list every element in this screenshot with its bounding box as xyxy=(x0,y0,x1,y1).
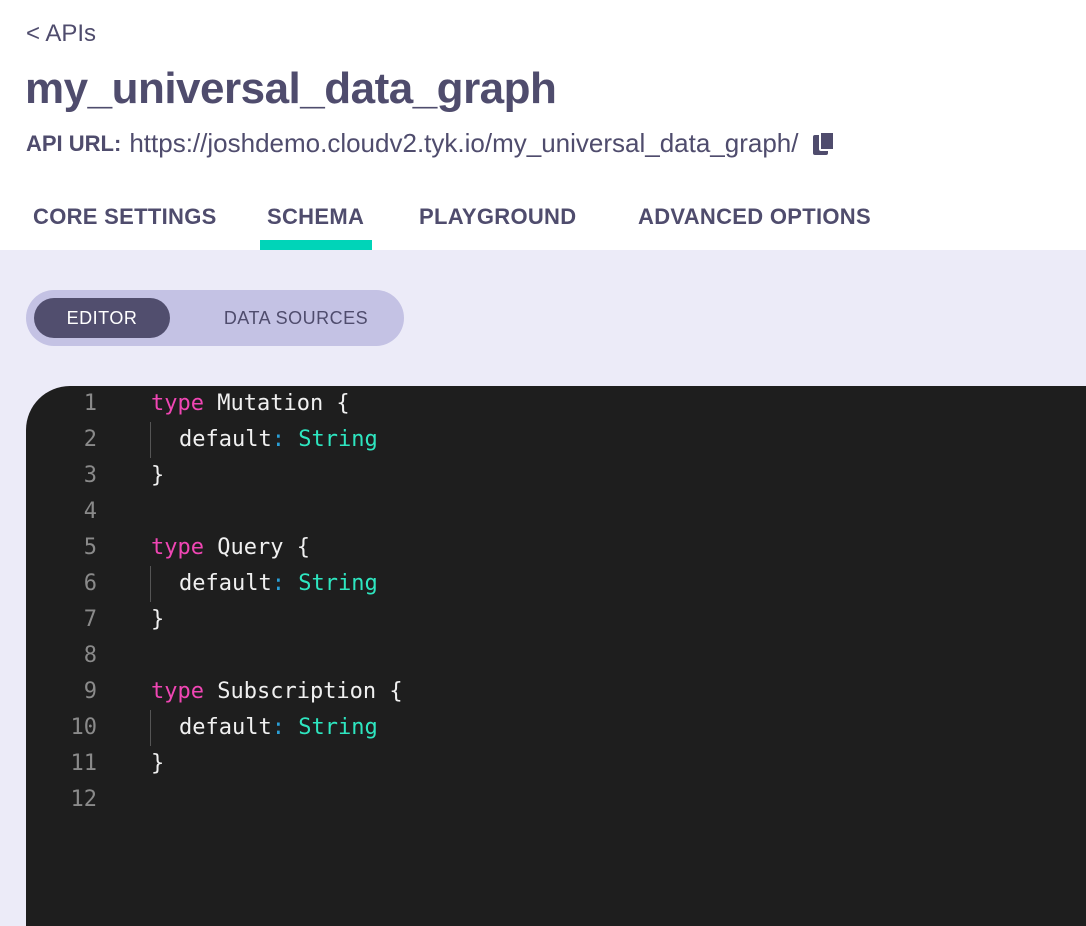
editor-line: 2 default: String xyxy=(26,422,1086,458)
tab-schema[interactable]: SCHEMA xyxy=(267,204,364,230)
line-number: 3 xyxy=(83,463,97,488)
field-name: default xyxy=(179,571,272,596)
line-number: 9 xyxy=(83,679,97,704)
line-number: 5 xyxy=(83,535,97,560)
editor-line: 1 type Mutation { xyxy=(26,386,1086,422)
line-number: 4 xyxy=(83,499,97,524)
line-number: 11 xyxy=(70,751,98,776)
type-name: Mutation { xyxy=(203,391,350,416)
data-sources-toggle-button[interactable]: DATA SOURCES xyxy=(196,298,396,338)
keyword: type xyxy=(151,679,204,704)
editor-line: 3} xyxy=(26,458,1086,494)
code-line: default: String xyxy=(179,710,378,746)
field-type: String xyxy=(284,571,378,596)
editor-line: 7} xyxy=(26,602,1086,638)
editor-line: 8 xyxy=(26,638,1086,674)
indent-guide xyxy=(150,710,151,746)
field-name: default xyxy=(179,715,272,740)
editor-line: 12 xyxy=(26,782,1086,818)
code-line: default: String xyxy=(179,566,378,602)
field-type: String xyxy=(284,715,378,740)
code-line: type Mutation { xyxy=(151,386,350,422)
code-line: } xyxy=(151,463,165,488)
active-tab-indicator xyxy=(260,240,372,250)
tab-bar: CORE SETTINGS SCHEMA PLAYGROUND ADVANCED… xyxy=(0,196,1086,250)
editor-line: 11} xyxy=(26,746,1086,782)
line-number: 2 xyxy=(83,427,97,452)
indent-guide xyxy=(150,422,151,458)
line-number: 7 xyxy=(83,607,97,632)
editor-line: 10 default: String xyxy=(26,710,1086,746)
code-line: } xyxy=(151,607,165,632)
api-url-label: API URL: xyxy=(26,130,122,156)
colon: : xyxy=(271,427,285,452)
schema-code-editor[interactable]: 1 type Mutation {2 default: String 3} 4 5 type… xyxy=(26,386,1086,926)
type-name: Query { xyxy=(203,535,310,560)
code-line: type Query { xyxy=(151,530,310,566)
editor-line: 9 type Subscription { xyxy=(26,674,1086,710)
colon: : xyxy=(271,571,285,596)
code-line: } xyxy=(151,751,165,776)
editor-toggle-button[interactable]: EDITOR xyxy=(34,298,170,338)
tab-advanced-options[interactable]: ADVANCED OPTIONS xyxy=(638,204,871,230)
keyword: type xyxy=(151,535,204,560)
schema-panel: EDITOR DATA SOURCES 1 type Mutation { 2 def… xyxy=(0,250,1086,926)
editor-line: 5 type Query { xyxy=(26,530,1086,566)
line-number: 12 xyxy=(70,787,98,812)
field-name: default xyxy=(179,427,272,452)
code-line: type Subscription { xyxy=(151,674,403,710)
tab-core-settings[interactable]: CORE SETTINGS xyxy=(33,204,217,230)
editor-line: 6 default: String xyxy=(26,566,1086,602)
editor-line: 4 xyxy=(26,494,1086,530)
copy-icon[interactable] xyxy=(812,130,835,157)
api-url-value: https://joshdemo.cloudv2.tyk.io/my_unive… xyxy=(129,128,799,158)
page-title: my_universal_data_graph xyxy=(25,64,557,113)
line-number: 10 xyxy=(70,715,98,740)
line-number: 6 xyxy=(83,571,97,596)
colon: : xyxy=(271,715,285,740)
back-to-apis-link[interactable]: < APIs xyxy=(26,20,96,48)
line-number: 8 xyxy=(83,643,97,668)
tab-playground[interactable]: PLAYGROUND xyxy=(419,204,576,230)
keyword: type xyxy=(151,391,204,416)
code-line: default: String xyxy=(179,422,378,458)
field-type: String xyxy=(284,427,378,452)
type-name: Subscription { xyxy=(203,679,403,704)
line-number: 1 xyxy=(83,391,97,416)
editor-mode-toggle: EDITOR DATA SOURCES xyxy=(26,290,404,346)
api-url-row: API URL: https://joshdemo.cloudv2.tyk.io… xyxy=(26,128,835,159)
indent-guide xyxy=(150,566,151,602)
